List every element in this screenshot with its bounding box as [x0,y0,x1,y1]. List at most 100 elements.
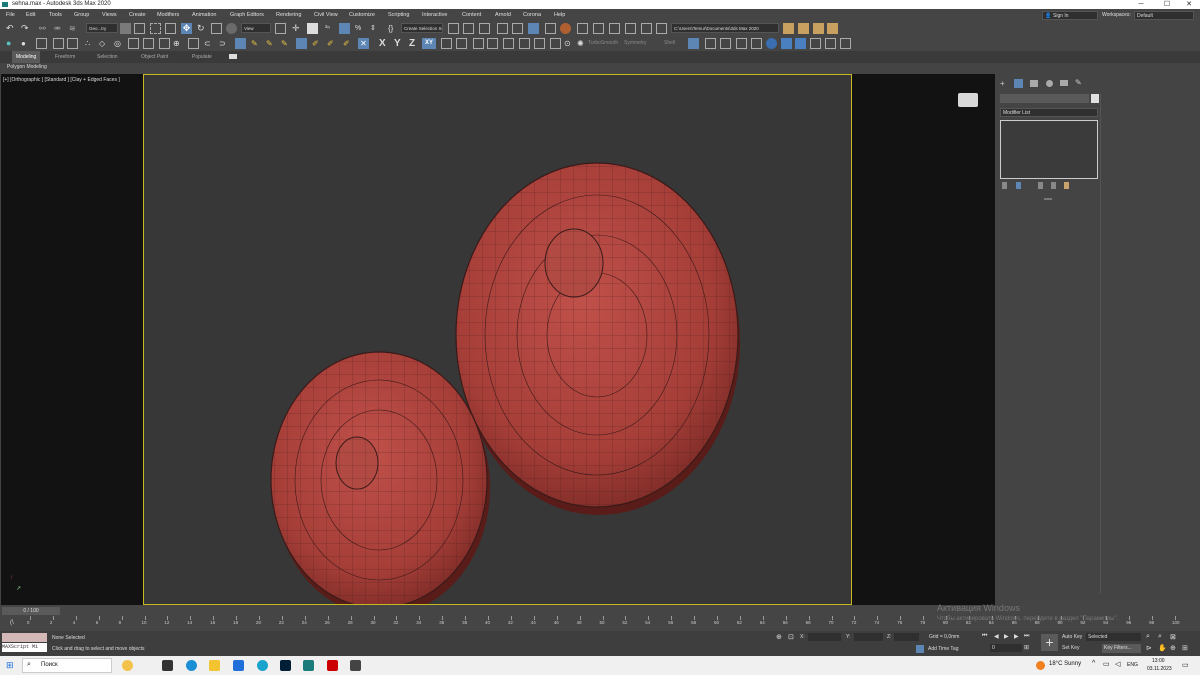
edge-browser-icon[interactable] [186,660,197,671]
motion-tab-icon[interactable] [1046,80,1053,87]
curve-editor-icon[interactable] [528,23,539,34]
swiftloop-icon[interactable]: ✎ [281,38,292,49]
select-active-icon[interactable] [235,38,246,49]
select-rotate-icon[interactable]: ↻ [197,23,208,34]
render-setup-icon[interactable] [577,23,588,34]
snap-face-icon[interactable] [736,38,747,49]
edge-icon[interactable]: ◇ [99,38,110,49]
menu-help[interactable]: Help [554,9,565,21]
align-icon[interactable] [463,23,474,34]
paint-deform-icon[interactable]: ⊕ [173,38,184,49]
bevel-icon[interactable] [473,38,484,49]
workspace-dropdown[interactable]: Default [1134,11,1194,20]
tab-selection[interactable]: Selection [97,51,118,63]
sphere-icon[interactable] [766,38,777,49]
transform-gizmo-icon[interactable]: ✕ [358,38,369,49]
polygon-icon[interactable] [128,38,139,49]
maxscript-mini-field[interactable]: MAXScript Mi [2,643,47,652]
add-time-tag-icon[interactable] [916,645,924,653]
project-path-dropdown[interactable]: C:\Users\Temur\Documents\3ds Max 2020 [671,23,779,33]
time-slider[interactable]: 0 / 100 [2,607,60,615]
select-move-icon[interactable]: ✥ [181,23,192,34]
sign-in-dropdown[interactable]: 👤 Sign In [1042,11,1098,20]
x-coord-field[interactable] [808,633,841,641]
window-crossing-icon[interactable] [165,23,176,34]
recent-folder-icon[interactable] [798,23,809,34]
auto-key-button[interactable]: Auto Key [1062,634,1082,640]
zoom-icon[interactable]: ⌕ [1146,633,1150,641]
plane-icon[interactable] [441,38,452,49]
quickslice-icon[interactable]: ✎ [266,38,277,49]
menu-group[interactable]: Group [74,9,89,21]
search-highlight-icon[interactable] [122,660,133,671]
spinner-snap-icon[interactable]: ⇕ [370,23,381,34]
app-icon-extra[interactable] [350,660,361,671]
select-scale-icon[interactable] [211,23,222,34]
3ds-max-icon[interactable] [303,660,314,671]
menu-rendering[interactable]: Rendering [276,9,301,21]
connect-icon[interactable] [550,38,561,49]
tab-modeling[interactable]: Modeling [12,51,41,63]
tray-expand-icon[interactable]: ^ [1092,660,1095,667]
menu-arnold[interactable]: Arnold [495,9,511,21]
create-camera-icon[interactable]: ● [21,38,32,49]
display-tab-icon[interactable] [1060,80,1068,86]
task-view-icon[interactable] [162,660,173,671]
time-configuration-icon[interactable]: ⊞ [1024,644,1029,651]
create-light-icon[interactable]: ● [6,38,17,49]
large-dish-mesh[interactable] [455,162,740,515]
redo-icon[interactable]: ↷ [21,23,32,34]
rectangular-selection-icon[interactable] [150,23,161,34]
windows-start-icon[interactable]: ⊞ [6,661,14,670]
modifier-list-dropdown[interactable]: Modifier List [1000,108,1098,117]
constraint-icon[interactable] [296,38,307,49]
shell-label[interactable]: Shell [664,36,675,51]
percent-snap-icon[interactable]: % [355,23,366,34]
go-to-end-icon[interactable]: ⏭ [1024,633,1029,640]
menu-create[interactable]: Create [129,9,146,21]
select-place-icon[interactable] [226,23,237,34]
object-name-field[interactable] [1000,94,1089,103]
menu-tools[interactable]: Tools [49,9,62,21]
absolute-mode-icon[interactable]: ⊡ [788,633,794,641]
cut-tool-icon[interactable]: ✎ [251,38,262,49]
next-frame-icon[interactable]: ▶ [1014,633,1019,640]
weld-icon[interactable] [519,38,530,49]
viewcube-icon[interactable] [958,93,978,107]
modify-tab-icon[interactable] [1014,79,1023,88]
inset-icon[interactable] [487,38,498,49]
axis-xy-button[interactable]: XY [422,38,436,49]
grid-icon[interactable] [67,38,78,49]
turbosmooth-label[interactable]: TurboSmooth [588,36,618,51]
bind-space-warp-icon[interactable]: ≋ [69,23,80,34]
menu-interactive[interactable]: Interactive [422,9,447,21]
display-options-icon[interactable] [810,38,821,49]
small-dish-mesh[interactable] [270,351,490,604]
lighting-icon[interactable] [795,38,806,49]
language-indicator[interactable]: ENG [1127,662,1138,668]
menu-graph-editors[interactable]: Graph Editors [230,9,264,21]
project-settings-icon[interactable] [827,23,838,34]
maxscript-listener[interactable] [2,633,47,642]
smooth-brush-icon[interactable]: ✐ [343,38,354,49]
select-by-name-icon[interactable] [134,23,145,34]
menu-animation[interactable]: Animation [192,9,216,21]
modifier-stack-icon[interactable] [688,38,699,49]
ribbon-toggle-icon[interactable] [512,23,523,34]
snap-vertex-icon[interactable] [705,38,716,49]
schematic-view-icon[interactable] [545,23,556,34]
loop-icon[interactable]: ⊂ [204,38,215,49]
mirror-icon[interactable] [448,23,459,34]
display-filters-icon[interactable] [825,38,836,49]
link-icon[interactable]: ⚯ [39,23,50,34]
notifications-icon[interactable]: ▭ [1182,661,1189,669]
hierarchy-tab-icon[interactable] [1030,80,1038,87]
selection-filter-dropdown[interactable]: Geo...try [86,23,118,33]
pin-stack-icon[interactable] [1002,182,1007,189]
material-editor-icon[interactable] [560,23,571,34]
viewport-layout-icon[interactable] [840,38,851,49]
render-in-cloud-icon[interactable] [625,23,636,34]
layer-explorer-icon[interactable] [497,23,508,34]
snaps-toggle-icon[interactable]: ³ⁿ [325,23,336,34]
photoshop-icon[interactable] [280,660,291,671]
